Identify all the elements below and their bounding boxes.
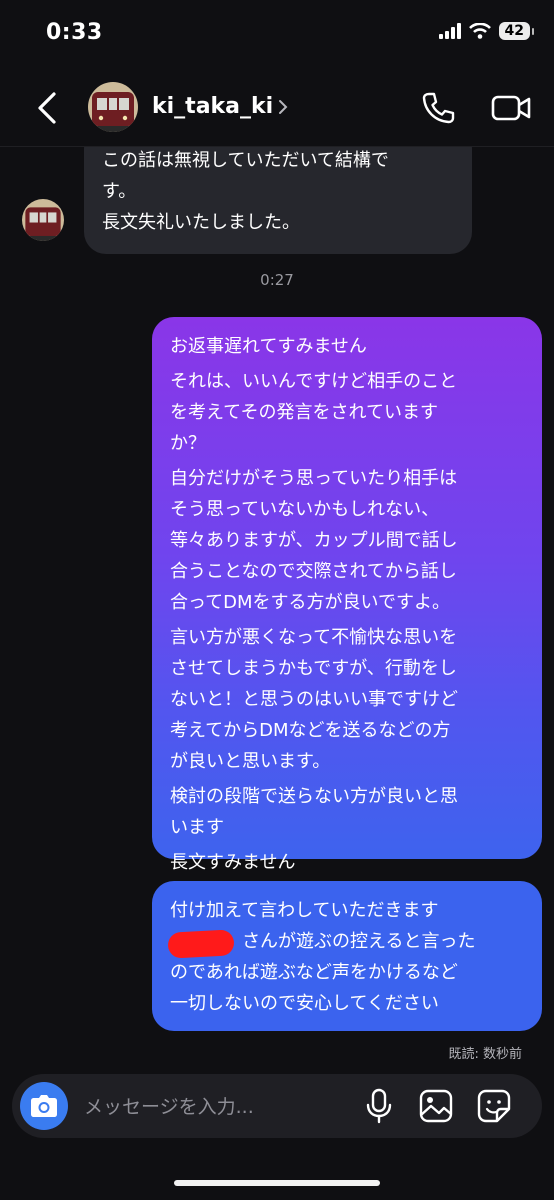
message-paragraph: お返事遅れてすみません xyxy=(170,336,367,357)
message-input[interactable] xyxy=(82,1088,316,1126)
wifi-icon xyxy=(468,23,491,39)
phone-icon[interactable] xyxy=(418,88,458,128)
incoming-line: 長文失礼いたしました。 xyxy=(102,212,300,233)
avatar[interactable] xyxy=(88,82,138,132)
message-paragraph: 長文すみません xyxy=(170,852,296,873)
message-paragraph: 言い方が悪くなって不愉快な思いを させてしまうかもですが、行動をし ないと！と思… xyxy=(170,627,458,772)
username[interactable]: ki_taka_ki xyxy=(152,94,273,119)
incoming-message-bubble[interactable]: この話は無視していただいて結構で す。 長文失礼いたしました。 xyxy=(84,147,472,254)
home-indicator xyxy=(174,1180,380,1186)
signal-icon xyxy=(438,23,461,39)
chevron-right-icon[interactable] xyxy=(276,96,290,118)
battery-indicator: 42 xyxy=(498,22,535,40)
message-text: 付け加えて言わしていただきます さんが遊ぶの控えると言った のであれば遊ぶなど声… xyxy=(170,900,476,1014)
microphone-icon[interactable] xyxy=(364,1088,394,1124)
train-avatar-image xyxy=(88,82,138,132)
outgoing-message-bubble[interactable]: 付け加えて言わしていただきます さんが遊ぶの控えると言った のであれば遊ぶなど声… xyxy=(152,881,542,1031)
status-icons: 42 xyxy=(438,22,535,40)
incoming-line: この話は無視していただいて結構で xyxy=(102,150,389,171)
message-paragraph: 検討の段階で送らない方が良いと思 います xyxy=(170,786,458,838)
outgoing-message-bubble[interactable]: お返事遅れてすみません それは、いいんですけど相手のこと を考えてその発言をされ… xyxy=(152,317,542,873)
message-composer xyxy=(12,1074,542,1138)
train-avatar-image xyxy=(22,199,64,241)
back-icon[interactable] xyxy=(30,88,64,128)
incoming-line: す。 xyxy=(102,181,137,202)
message-paragraph: 自分だけがそう思っていたり相手は そう思っていないかもしれない、 等々ありますが… xyxy=(170,468,458,613)
status-time: 0:33 xyxy=(46,20,103,45)
redaction-mark xyxy=(167,929,235,959)
read-receipt: 既読: 数秒前 xyxy=(448,1047,522,1062)
gallery-icon[interactable] xyxy=(418,1088,454,1124)
camera-button[interactable] xyxy=(20,1082,68,1130)
sticker-icon[interactable] xyxy=(476,1088,512,1124)
sender-avatar[interactable] xyxy=(22,199,64,241)
chat-header: ki_taka_ki xyxy=(0,70,554,147)
status-bar: 0:33 42 xyxy=(0,0,554,70)
video-call-icon[interactable] xyxy=(490,88,532,128)
camera-icon xyxy=(31,1095,57,1117)
message-timestamp: 0:27 xyxy=(260,271,294,289)
message-list[interactable]: この話は無視していただいて結構で す。 長文失礼いたしました。 0:27 お返事… xyxy=(0,147,554,1067)
message-paragraph: それは、いいんですけど相手のこと を考えてその発言をされています か？ xyxy=(170,371,458,454)
